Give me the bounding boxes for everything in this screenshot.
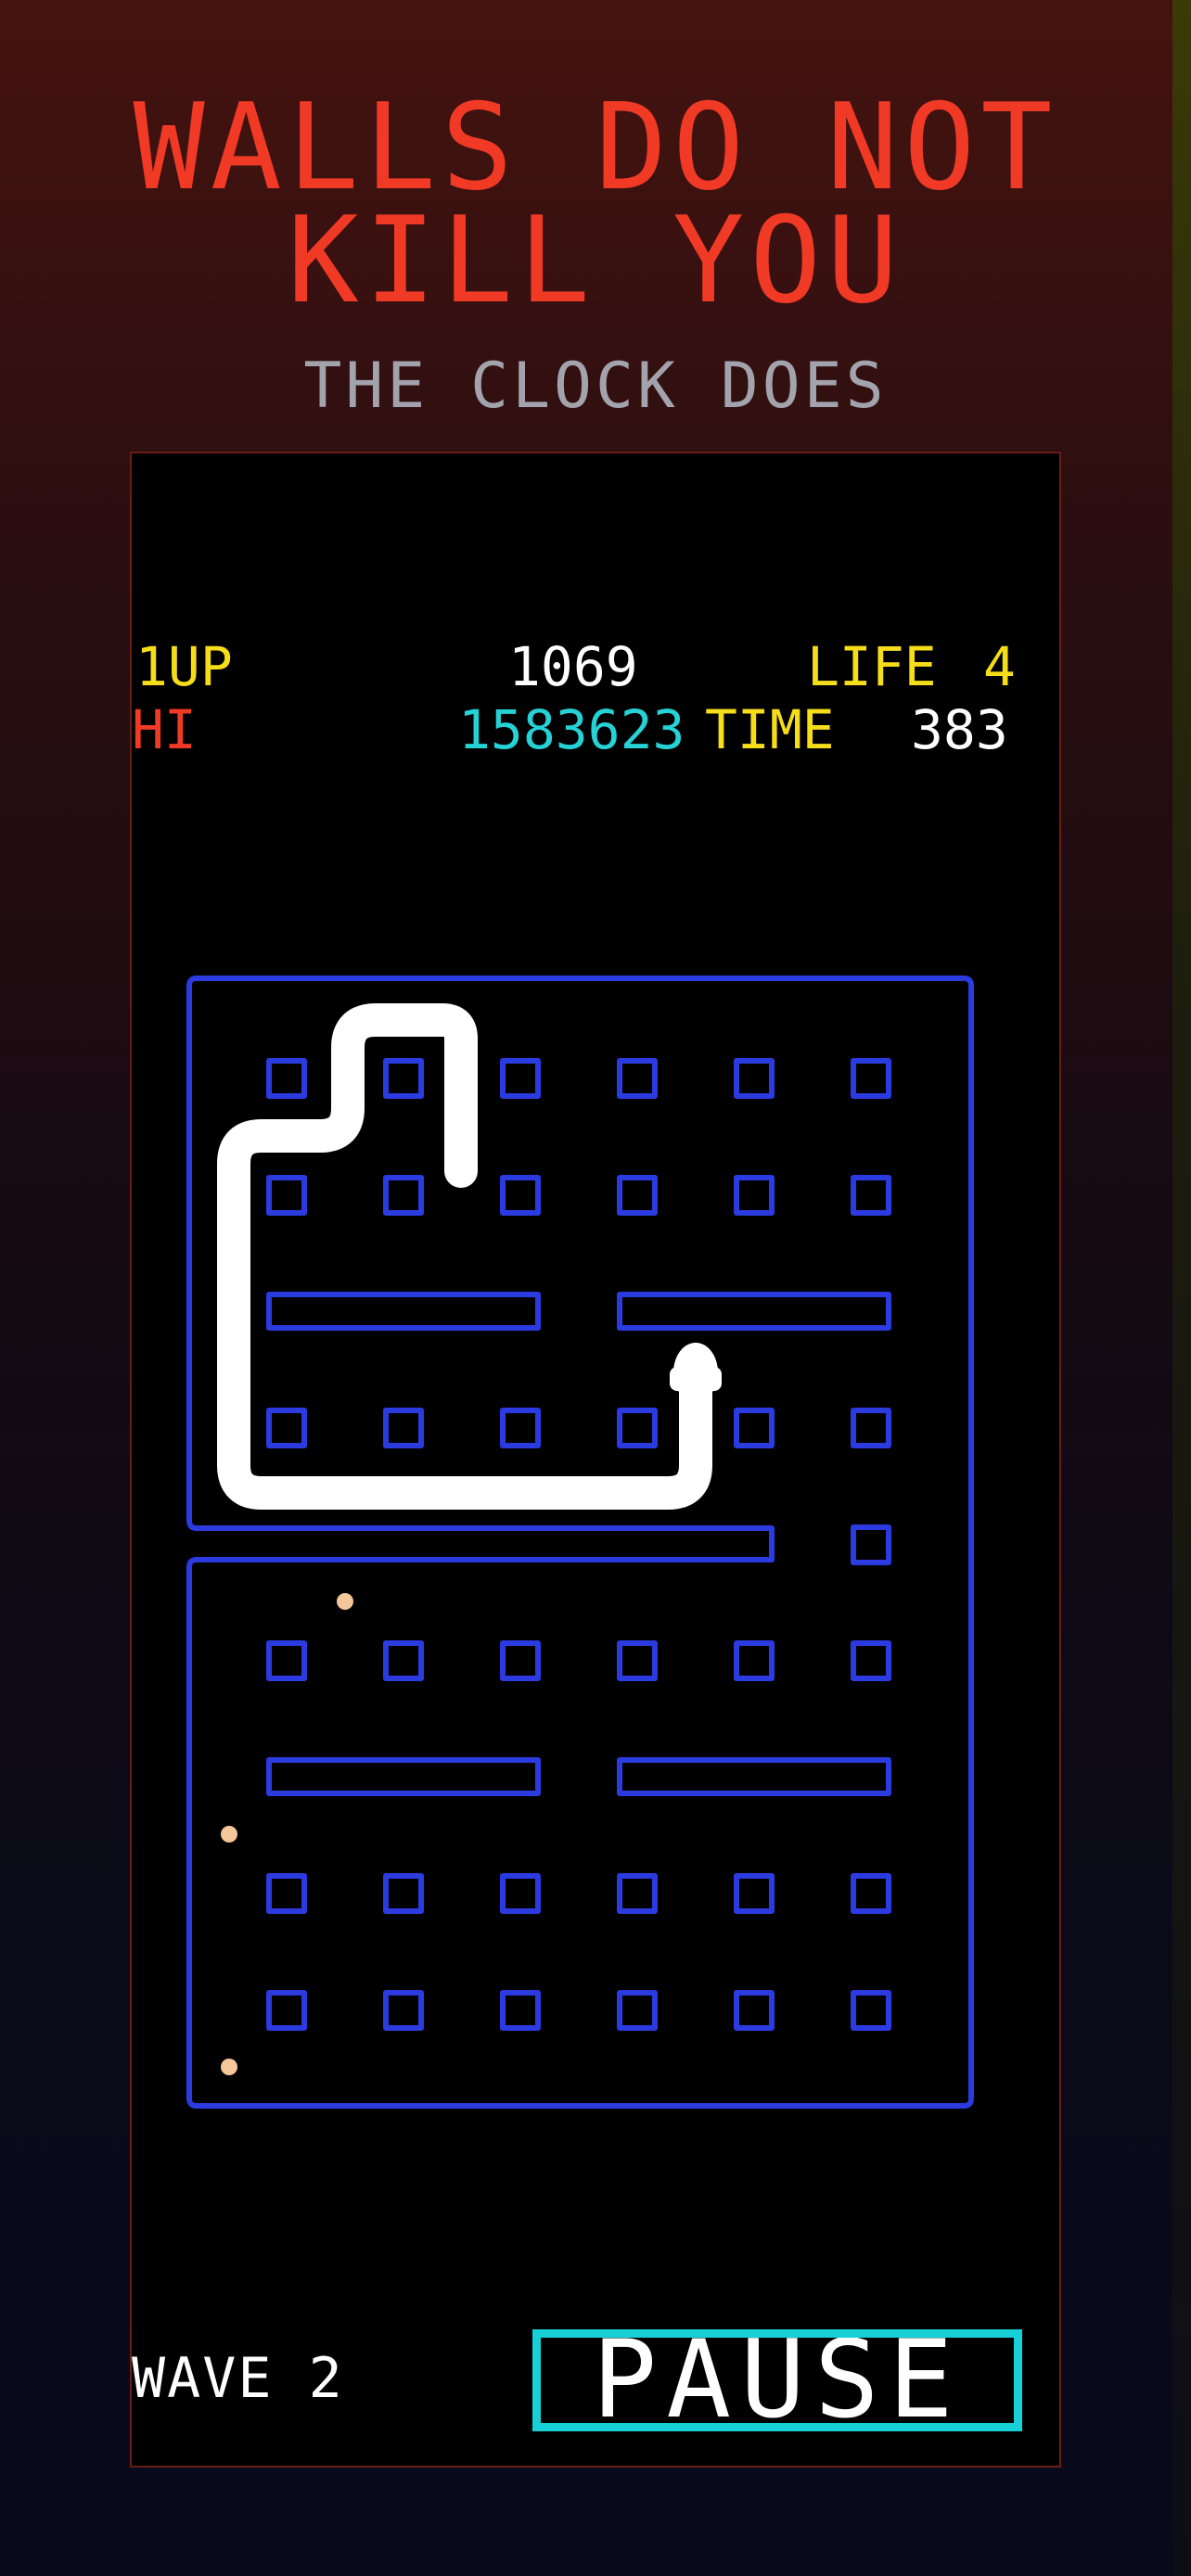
block-wall [500,1408,541,1448]
snake-head-icon [670,1343,722,1402]
block-wall [851,1990,891,2031]
block-wall [851,1175,891,1216]
block-wall [851,1873,891,1914]
block-wall [617,1640,658,1681]
block-wall [383,1408,424,1448]
block-wall [500,1640,541,1681]
wave-label: WAVE [132,2346,274,2411]
pause-button[interactable]: PAUSE [532,2329,1022,2431]
pellet [221,1826,237,1843]
block-wall [266,1873,307,1914]
block-wall [617,1873,658,1914]
bar-wall [266,1757,541,1796]
wave-value: 2 [308,2346,344,2411]
block-wall [734,1175,775,1216]
block-wall [383,1175,424,1216]
block-wall [851,1524,891,1565]
bar-wall [617,1757,891,1796]
block-wall [851,1058,891,1099]
game-board [186,976,974,2109]
block-wall [383,1640,424,1681]
pellets [221,1593,353,2075]
block-wall [500,1058,541,1099]
block-wall [266,1175,307,1216]
block-wall [617,1990,658,2031]
block-wall [734,1058,775,1099]
block-wall [266,1990,307,2031]
block-walls [266,1058,891,2031]
block-wall [266,1408,307,1448]
block-wall [734,1990,775,2031]
block-wall [383,1873,424,1914]
block-wall [617,1175,658,1216]
block-wall [383,1990,424,2031]
block-wall [266,1640,307,1681]
wave-indicator: WAVE 2 [132,2346,344,2411]
block-wall [500,1873,541,1914]
block-wall [500,1175,541,1216]
block-wall [617,1408,658,1448]
block-wall [383,1058,424,1099]
bar-wall [266,1292,541,1331]
block-wall [851,1408,891,1448]
bar-wall [617,1292,891,1331]
block-wall [734,1640,775,1681]
pellet [337,1593,353,1610]
block-wall [617,1058,658,1099]
pellet [221,2059,237,2075]
block-wall [500,1990,541,2031]
block-wall [266,1058,307,1099]
block-wall [734,1873,775,1914]
block-wall [734,1408,775,1448]
block-wall [851,1640,891,1681]
